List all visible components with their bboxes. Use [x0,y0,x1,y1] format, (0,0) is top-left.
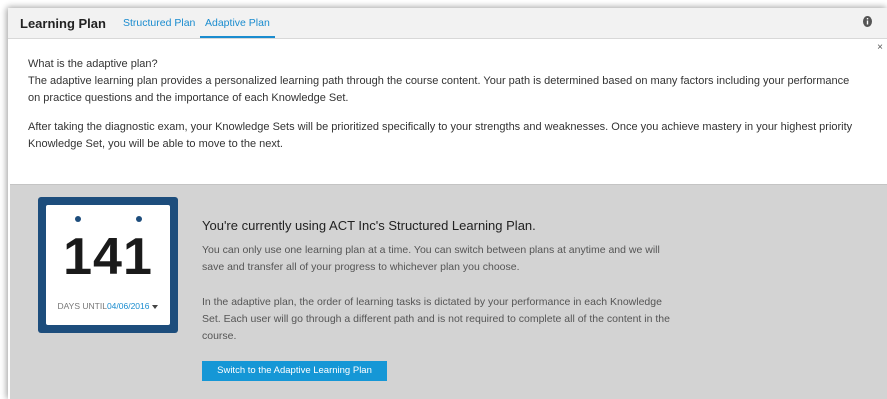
current-plan-heading: You're currently using ACT Inc's Structu… [202,218,536,233]
adaptive-plan-info: In the adaptive plan, the order of learn… [202,296,670,342]
plan-switch-panel: 141 DAYS UNTIL04/06/2016 You're currentl… [10,184,887,399]
info-icon[interactable] [862,15,873,28]
days-until-row[interactable]: DAYS UNTIL04/06/2016 [46,301,170,311]
countdown-calendar: 141 DAYS UNTIL04/06/2016 [38,197,178,333]
intro-paragraph-2: After taking the diagnostic exam, your K… [28,121,853,150]
tab-adaptive-plan[interactable]: Adaptive Plan [205,17,270,29]
calendar-page: 141 DAYS UNTIL04/06/2016 [46,205,170,325]
days-count: 141 [63,228,153,286]
header-bar: Learning Plan Structured Plan Adaptive P… [8,8,887,39]
exam-date[interactable]: 04/06/2016 [107,301,150,311]
calendar-ring-icon [75,216,81,222]
page-title: Learning Plan [20,16,106,31]
intro-question: What is the adaptive plan? [28,58,158,70]
learning-plan-window: Learning Plan Structured Plan Adaptive P… [8,8,887,399]
calendar-ring-icon [136,216,142,222]
adaptive-plan-description: What is the adaptive plan? The adaptive … [28,56,858,153]
active-tab-indicator [200,36,275,38]
switch-to-adaptive-button[interactable]: Switch to the Adaptive Learning Plan [202,361,387,381]
tab-structured-plan[interactable]: Structured Plan [123,17,195,29]
close-icon[interactable]: × [877,42,883,53]
chevron-down-icon[interactable] [152,304,159,309]
days-until-label: DAYS UNTIL [57,301,107,311]
plan-switch-info: You can only use one learning plan at a … [202,244,660,273]
intro-paragraph-1: The adaptive learning plan provides a pe… [28,75,850,104]
